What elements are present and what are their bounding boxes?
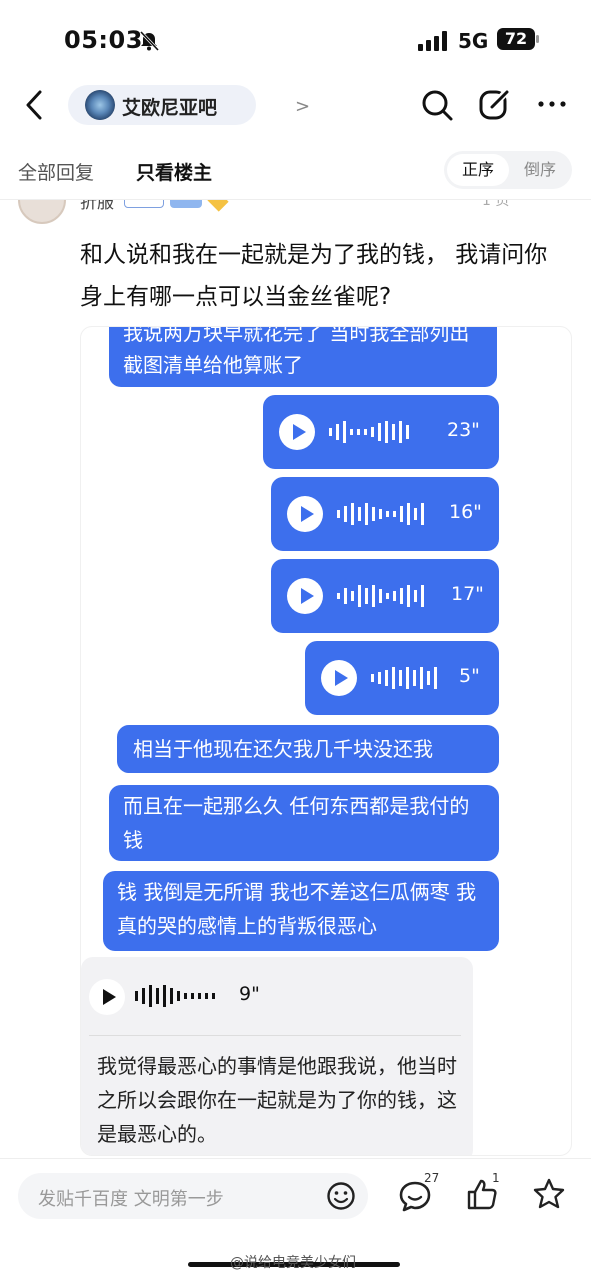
avatar[interactable] — [18, 200, 66, 224]
emoji-icon[interactable] — [326, 1181, 356, 1211]
voice-message[interactable]: 23" — [263, 395, 499, 469]
mute-bell-icon — [139, 30, 160, 52]
chat-bubble: 相当于他现在还欠我几千块没还我 — [117, 725, 499, 773]
voice-duration: 9" — [239, 983, 260, 1005]
back-arrow-icon[interactable] — [20, 88, 50, 122]
waveform-icon — [337, 503, 424, 525]
network-type: 5G — [458, 29, 489, 53]
forum-name: 艾欧尼亚吧 — [122, 97, 218, 119]
play-icon — [287, 578, 323, 614]
level-badge — [170, 200, 202, 208]
play-icon[interactable] — [89, 979, 125, 1015]
page-indicator: 1 页 — [482, 200, 510, 209]
battery-tip — [536, 35, 539, 43]
divider — [89, 1035, 461, 1036]
chevron-right-icon: > — [295, 96, 311, 117]
search-icon[interactable] — [420, 88, 454, 122]
star-icon[interactable] — [532, 1177, 566, 1211]
waveform-icon — [329, 421, 409, 443]
play-icon — [321, 660, 357, 696]
chat-bubble: 钱 我倒是无所谓 我也不差这仨瓜俩枣 我真的哭的感情上的背叛很恶心 — [103, 871, 499, 951]
diamond-icon — [207, 200, 229, 212]
reply-filter-bar: 全部回复 只看楼主 正序 倒序 — [0, 140, 591, 200]
reply-quote-text: 我觉得最恶心的事情是他跟我说，他当时之所以会跟你在一起就是为了你的钱，这是最恶心… — [97, 1054, 457, 1146]
status-time: 05:03 — [64, 26, 143, 54]
chat-bubble-top: 我说两万块早就花完了 当时我全部列出截图清单给他算账了 — [109, 327, 497, 387]
author-name[interactable]: 折服 — [80, 200, 114, 213]
watermark: @说给电竞美少女们 — [230, 1255, 356, 1271]
reply-input[interactable]: 发贴千百度 文明第一步 — [18, 1173, 368, 1219]
voice-duration: 16" — [449, 501, 482, 523]
reply-placeholder: 发贴千百度 文明第一步 — [38, 1189, 224, 1210]
edit-icon[interactable] — [478, 87, 512, 121]
chat-bubble: 而且在一起那么久 任何东西都是我付的钱 — [109, 785, 499, 861]
voice-message[interactable]: 17" — [271, 559, 499, 633]
like-count: 1 — [492, 1171, 500, 1185]
post-author-row: 折服 1 页 — [0, 200, 591, 226]
more-icon[interactable] — [536, 96, 568, 112]
bottom-action-bar: 发贴千百度 文明第一步 27 1 — [0, 1158, 591, 1240]
signal-icon — [418, 31, 447, 51]
post-content: 和人说和我在一起就是为了我的钱， 我请问你身上有哪一点可以当金丝雀呢? — [80, 242, 548, 310]
tab-host-only[interactable]: 只看楼主 — [136, 158, 212, 185]
waveform-icon — [337, 585, 424, 607]
order-desc-button[interactable]: 倒序 — [510, 154, 570, 186]
nav-bar: 艾欧尼亚吧 > — [0, 78, 591, 134]
voice-duration: 17" — [451, 583, 484, 605]
voice-message[interactable]: 5" — [305, 641, 499, 715]
status-bar: 05:03 5G 72 — [0, 0, 591, 78]
order-asc-button[interactable]: 正序 — [447, 154, 509, 186]
tab-all-replies[interactable]: 全部回复 — [18, 158, 94, 185]
waveform-icon — [371, 667, 437, 689]
voice-duration: 5" — [459, 665, 480, 687]
waveform-icon — [135, 985, 215, 1007]
forum-logo — [85, 90, 115, 120]
post-image[interactable]: 我说两万块早就花完了 当时我全部列出截图清单给他算账了 23" 16" 17" … — [80, 326, 572, 1156]
order-toggle: 正序 倒序 — [444, 151, 572, 189]
play-icon — [287, 496, 323, 532]
comment-count: 27 — [424, 1171, 440, 1185]
reply-quote-card: 9" 我觉得最恶心的事情是他跟我说，他当时之所以会跟你在一起就是为了你的钱，这是… — [81, 957, 473, 1155]
voice-duration: 23" — [447, 419, 480, 441]
play-icon — [279, 414, 315, 450]
host-badge — [124, 200, 164, 208]
battery-level: 72 — [497, 28, 535, 50]
forum-pill[interactable]: 艾欧尼亚吧 > — [68, 85, 310, 125]
voice-message[interactable]: 16" — [271, 477, 499, 551]
